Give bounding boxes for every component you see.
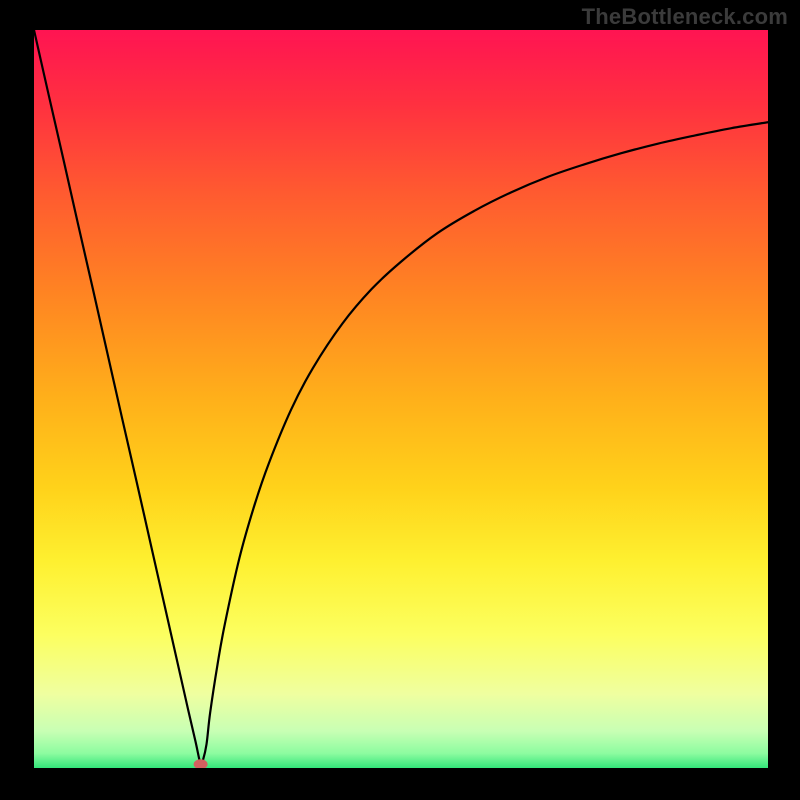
plot-area	[34, 30, 768, 768]
gradient-background	[34, 30, 768, 768]
bottleneck-chart	[34, 30, 768, 768]
watermark-text: TheBottleneck.com	[582, 4, 788, 30]
chart-frame: TheBottleneck.com	[0, 0, 800, 800]
